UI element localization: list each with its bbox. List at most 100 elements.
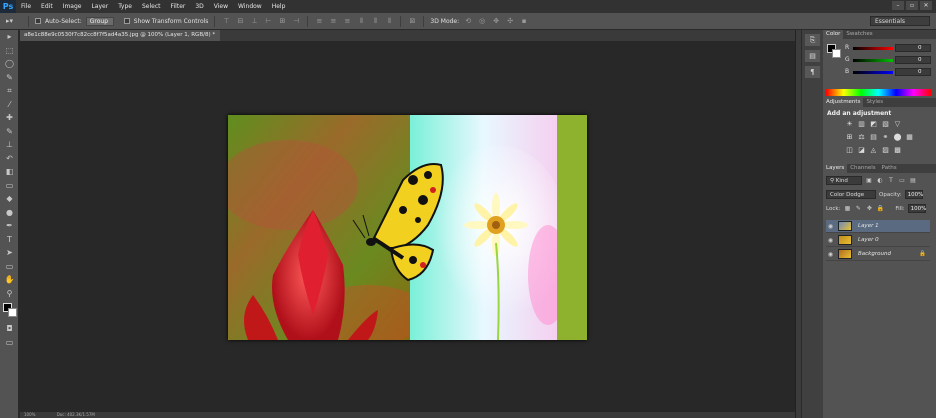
adjustment-icon[interactable]: ▥ <box>857 120 866 128</box>
brush-icon[interactable]: ✎ <box>0 125 19 139</box>
workspace-dropdown[interactable]: Essentials <box>870 16 930 26</box>
stamp-icon[interactable]: ⊥ <box>0 138 19 152</box>
adjustment-icon[interactable]: ▧ <box>881 120 890 128</box>
adjustment-icon[interactable]: ◫ <box>845 146 854 154</box>
slider-track[interactable] <box>853 59 893 62</box>
shape-icon[interactable]: ▭ <box>0 260 19 274</box>
adjustment-icon[interactable]: ⚭ <box>881 133 890 141</box>
gradient-icon[interactable]: ▭ <box>0 179 19 193</box>
visibility-eye-icon[interactable]: ◉ <box>826 237 835 244</box>
align-right-icon[interactable]: ⊣ <box>291 17 301 26</box>
fill-input[interactable]: 100% <box>907 204 926 213</box>
distribute-vcenter-icon[interactable]: ≡ <box>328 17 338 26</box>
move-tool-preset-icon[interactable]: ▸▾ <box>6 16 22 27</box>
marquee-icon[interactable]: ⬚ <box>0 44 19 58</box>
menu-3d[interactable]: 3D <box>190 0 208 13</box>
menu-help[interactable]: Help <box>267 0 291 13</box>
slider-track[interactable] <box>853 47 893 50</box>
distribute-left-icon[interactable]: ⫴ <box>356 17 366 26</box>
menu-image[interactable]: Image <box>58 0 87 13</box>
zoom-icon[interactable]: ⚲ <box>0 287 19 301</box>
history-panel-icon[interactable]: ⎘ <box>805 34 820 46</box>
filter-smart-icon[interactable]: ▤ <box>909 177 917 185</box>
3d-roll-icon[interactable]: ◎ <box>477 17 487 26</box>
distribute-top-icon[interactable]: ≡ <box>314 17 324 26</box>
tab-adjustments[interactable]: Adjustments <box>823 98 864 107</box>
document-tab[interactable]: a8e1c88e9c0530f7c82cc8f7f5ad4a35.jpg @ 1… <box>20 30 220 41</box>
filter-type-icon[interactable]: T <box>887 177 895 185</box>
hand-icon[interactable]: ✋ <box>0 273 19 287</box>
adjustment-icon[interactable]: ⊞ <box>845 133 854 141</box>
layer-row[interactable]: ◉ Layer 0 <box>826 234 930 247</box>
canvas-area[interactable] <box>20 41 795 412</box>
lock-all-icon[interactable]: 🔒 <box>876 205 884 213</box>
align-hcenter-icon[interactable]: ⊞ <box>277 17 287 26</box>
eyedropper-icon[interactable]: ⁄ <box>0 98 19 112</box>
filter-kind-dropdown[interactable]: ⚲ Kind <box>826 176 862 185</box>
adjustment-icon[interactable]: ▤ <box>869 133 878 141</box>
tab-paths[interactable]: Paths <box>879 164 900 173</box>
show-transform-checkbox[interactable] <box>123 18 130 24</box>
blend-mode-dropdown[interactable]: Color Dodge <box>826 190 876 199</box>
lock-position-icon[interactable]: ✥ <box>865 205 873 213</box>
tab-channels[interactable]: Channels <box>847 164 878 173</box>
menu-view[interactable]: View <box>209 0 233 13</box>
adjustment-icon[interactable]: ▩ <box>893 146 902 154</box>
maximize-button[interactable]: ▫ <box>906 1 918 10</box>
screen-mode-icon[interactable]: ▭ <box>0 336 19 350</box>
menu-file[interactable]: File <box>16 0 36 13</box>
eraser-icon[interactable]: ◧ <box>0 165 19 179</box>
filter-pixel-icon[interactable]: ▣ <box>865 177 873 185</box>
adjustment-icon[interactable]: ⬤ <box>893 133 902 141</box>
align-bottom-icon[interactable]: ⊥ <box>249 17 259 26</box>
lasso-icon[interactable]: ◯ <box>0 57 19 71</box>
adjustment-icon[interactable]: ▨ <box>881 146 890 154</box>
adjustment-icon[interactable]: ▽ <box>893 120 902 128</box>
close-window-button[interactable]: ✕ <box>920 1 932 10</box>
opacity-input[interactable]: 100% <box>904 190 923 199</box>
3d-scale-icon[interactable]: ▪ <box>519 17 529 26</box>
distribute-hcenter-icon[interactable]: ⫴ <box>370 17 380 26</box>
menu-window[interactable]: Window <box>233 0 267 13</box>
layer-row[interactable]: ◉ Background 🔒 <box>826 248 930 261</box>
zoom-level[interactable]: 100% <box>24 412 35 417</box>
lock-transparent-icon[interactable]: ▦ <box>843 205 851 213</box>
3d-pan-icon[interactable]: ✥ <box>491 17 501 26</box>
minimize-button[interactable]: – <box>892 1 904 10</box>
slider-value-input[interactable]: 0 <box>895 44 931 52</box>
slider-track[interactable] <box>853 71 893 74</box>
pen-icon[interactable]: ✒ <box>0 219 19 233</box>
auto-select-checkbox[interactable] <box>35 18 41 24</box>
blur-icon[interactable]: ◆ <box>0 192 19 206</box>
visibility-eye-icon[interactable]: ◉ <box>826 251 835 258</box>
color-spectrum-ramp[interactable] <box>826 89 931 96</box>
tab-swatches[interactable]: Swatches <box>843 30 875 39</box>
adjustment-icon[interactable]: ▦ <box>905 133 914 141</box>
filter-shape-icon[interactable]: ▭ <box>898 177 906 185</box>
adjustment-icon[interactable]: ⚖ <box>857 133 866 141</box>
align-top-icon[interactable]: ⊤ <box>221 17 231 26</box>
background-color-swatch[interactable] <box>832 49 841 58</box>
history-brush-icon[interactable]: ↶ <box>0 152 19 166</box>
align-vcenter-icon[interactable]: ⊟ <box>235 17 245 26</box>
healing-icon[interactable]: ✚ <box>0 111 19 125</box>
adjustment-icon[interactable]: ◪ <box>857 146 866 154</box>
lock-image-icon[interactable]: ✎ <box>854 205 862 213</box>
background-color-swatch[interactable] <box>8 308 17 317</box>
close-icon[interactable]: × <box>219 32 220 38</box>
visibility-eye-icon[interactable]: ◉ <box>826 223 835 230</box>
move-icon[interactable]: ▸ <box>0 30 19 44</box>
quick-select-icon[interactable]: ✎ <box>0 71 19 85</box>
slider-value-input[interactable]: 0 <box>895 56 931 64</box>
tab-layers[interactable]: Layers <box>823 164 848 173</box>
menu-filter[interactable]: Filter <box>166 0 191 13</box>
menu-layer[interactable]: Layer <box>86 0 113 13</box>
dodge-icon[interactable]: ● <box>0 206 19 220</box>
tab-color[interactable]: Color <box>823 30 844 39</box>
adjustment-icon[interactable]: ◩ <box>869 120 878 128</box>
crop-icon[interactable]: ⌗ <box>0 84 19 98</box>
properties-panel-icon[interactable]: ▤ <box>805 50 820 62</box>
distribute-right-icon[interactable]: ⫴ <box>384 17 394 26</box>
auto-align-icon[interactable]: ⊠ <box>407 17 417 26</box>
auto-select-dropdown[interactable]: Group <box>85 16 114 26</box>
